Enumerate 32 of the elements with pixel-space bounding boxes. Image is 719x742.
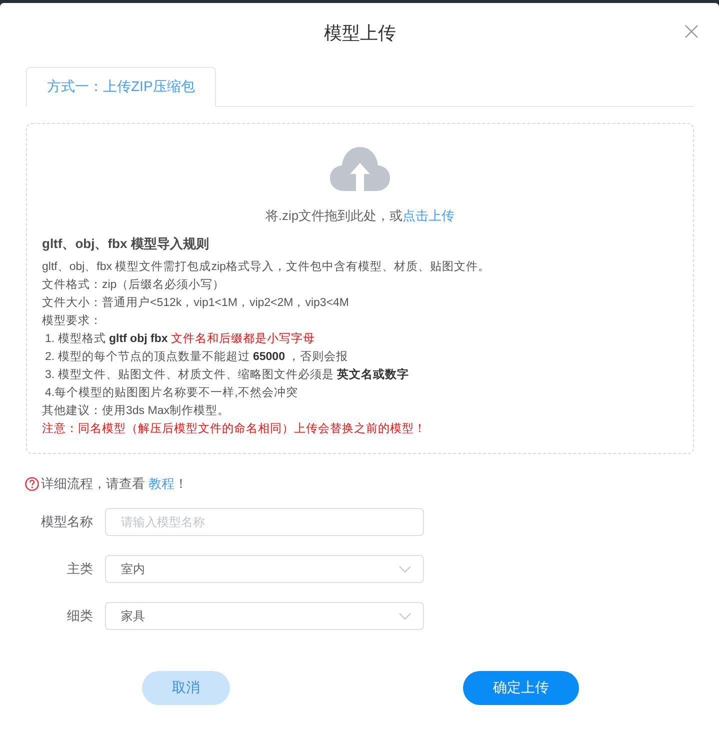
close-button[interactable] [685,25,698,38]
category-select[interactable]: 家具 [105,602,424,630]
warning-text: 注意：同名模型（解压后模型文件的命名相同）上传会替换之前的模型！ [42,421,426,437]
confirm-upload-button[interactable]: 确定上传 [463,671,579,705]
rule-text: gltf、obj、fbx 模型文件需打包成zip格式导入，文件包中含有模型、材质、贴图文件。 [42,260,490,275]
category-select[interactable]: 室内 [105,555,424,583]
model-name-input[interactable]: 请输入模型名称 [105,508,424,536]
rule-text: 2. 模型的每个节点的顶点数量不能超过 65000 ，否则会报 [45,350,348,365]
rule-text: 文件大小：普通用户<512k，vip1<1M，vip2<2M，vip3<4M [42,295,350,311]
click-upload-link[interactable]: 点击上传 [402,208,455,223]
rule-text: 文件格式：zip（后缀名必须小写） [42,278,225,293]
chevron-down-icon [399,566,411,572]
dialog-title: 模型上传 [324,22,396,45]
cancel-button[interactable]: 取消 [142,671,230,705]
rules-heading: gltf、obj、fbx 模型导入规则 [42,235,209,253]
rule-text: 4.每个模型的贴图图片名称要不一样,不然会冲突 [45,385,298,401]
field-label: 主类 [66,560,93,578]
upload-method-tab[interactable]: 方式一：上传ZIP压缩包 [26,67,216,107]
rule-text: 其他建议：使用3ds Max制作模型。 [42,403,230,419]
field-label: 模型名称 [40,513,93,531]
rule-text: 1. 模型格式 gltf obj fbx 文件名和后缀都是小写字母 [45,331,315,347]
drop-prompt: 将.zip文件拖到此处，或点击上传 [265,207,455,225]
help-icon [25,477,39,491]
cloud-upload-icon [330,147,390,191]
upload-dropzone[interactable] [26,123,694,454]
rule-text: 模型要求： [42,314,102,329]
close-icon [685,25,698,38]
chevron-down-icon [399,612,411,620]
field-label: 细类 [66,607,93,625]
tutorial-link[interactable]: 教程 [148,476,175,491]
help-text: 详细流程，请查看 教程！ [41,475,188,493]
rule-text: 3. 模型文件、贴图文件、材质文件、缩略图文件必须是 英文名或数字 [45,367,409,383]
